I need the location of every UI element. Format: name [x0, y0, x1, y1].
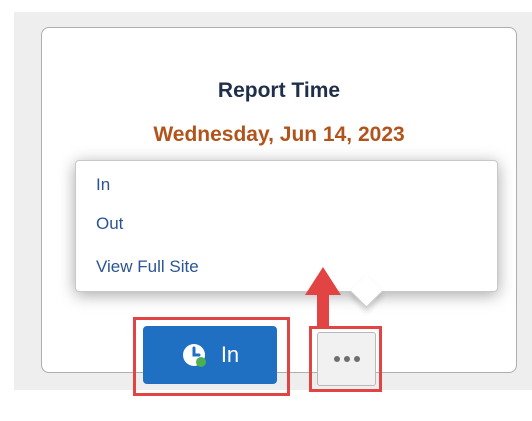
menu-item-view-full-site[interactable]: View Full Site [96, 257, 199, 277]
highlight-box-in-button [133, 317, 290, 396]
report-date: Wednesday, Jun 14, 2023 [153, 123, 405, 146]
pointer-arrow-shaft [317, 292, 329, 326]
menu-item-in[interactable]: In [96, 175, 110, 195]
menu-item-out[interactable]: Out [96, 214, 123, 234]
highlight-box-more-button [309, 326, 382, 392]
card-title: Report Time [217, 79, 341, 102]
pointer-arrow-up-icon [305, 267, 341, 295]
